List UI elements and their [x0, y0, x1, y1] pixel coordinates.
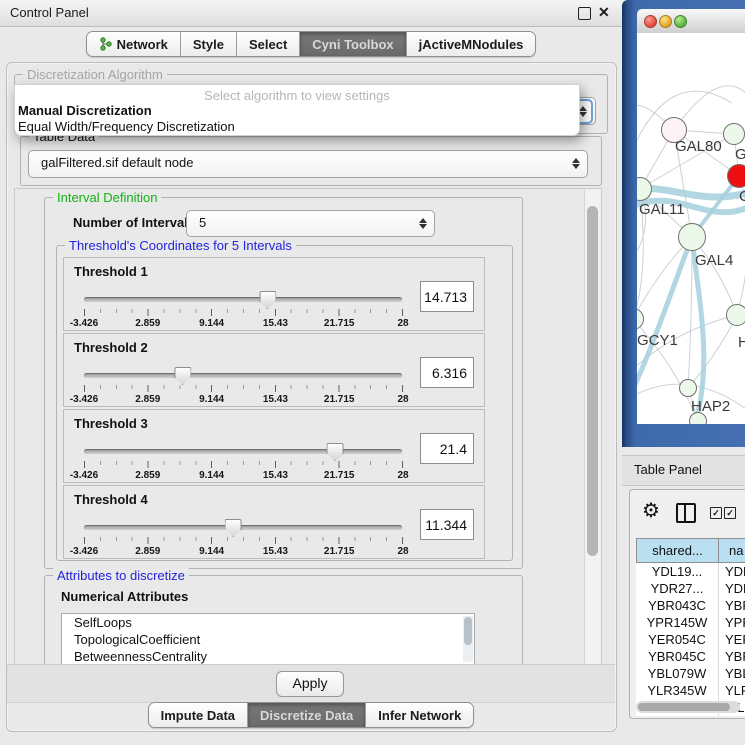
- apply-strip: Apply: [7, 664, 615, 703]
- close-traffic-light-icon[interactable]: [644, 15, 657, 28]
- settings-scrollbar[interactable]: [584, 189, 601, 665]
- discretization-algorithm-title: Discretization Algorithm: [23, 67, 167, 82]
- node-label: HAP2: [691, 398, 730, 415]
- slider-track[interactable]: [84, 373, 402, 378]
- table-row[interactable]: YDL19...YDL1: [636, 563, 745, 580]
- column-header-shared[interactable]: shared...: [636, 538, 719, 563]
- zoom-traffic-light-icon[interactable]: [674, 15, 687, 28]
- list-item[interactable]: TopologicalCoefficient: [62, 631, 474, 648]
- threshold-panel-3: Threshold 3 -3.4262.859 9.14415.43 21.71…: [63, 409, 485, 483]
- slider-thumb[interactable]: [225, 519, 242, 537]
- dropdown-option-manual[interactable]: Manual Discretization: [18, 103, 152, 118]
- table-row[interactable]: YBR043CYBR0: [636, 597, 745, 614]
- network-canvas[interactable]: GAL80 GA C GAL11 GAL4 GCY1 H HAP2: [637, 33, 745, 424]
- numerical-attributes-label: Numerical Attributes: [61, 589, 188, 604]
- threshold-4-label: Threshold 4: [74, 492, 148, 507]
- table-panel-title: Table Panel: [634, 462, 702, 477]
- bottom-tab-row: Impute Data Discretize Data Infer Networ…: [0, 702, 622, 728]
- list-item[interactable]: BetweennessCentrality: [62, 648, 474, 665]
- table-row[interactable]: YDR27...YDR2: [636, 580, 745, 597]
- checkbox-icon[interactable]: ✓: [724, 507, 736, 519]
- combo-stepper-icon[interactable]: [567, 153, 584, 174]
- node-label: GA: [735, 146, 745, 163]
- table-header-row: shared... na: [636, 538, 745, 563]
- node-label: GCY1: [637, 332, 678, 349]
- slider-track[interactable]: [84, 449, 402, 454]
- attributes-group-title: Attributes to discretize: [53, 568, 189, 583]
- threshold-3-value[interactable]: 21.4: [420, 433, 474, 464]
- node-highlighted-red[interactable]: [727, 164, 745, 188]
- combo-stepper-icon[interactable]: [414, 213, 431, 233]
- tab-impute-data[interactable]: Impute Data: [149, 703, 248, 727]
- threshold-1-label: Threshold 1: [74, 264, 148, 279]
- threshold-1-value[interactable]: 14.713: [420, 281, 474, 312]
- gear-icon[interactable]: ⚙: [642, 498, 660, 523]
- node-label: GAL4: [695, 252, 733, 269]
- network-window: GAL80 GA C GAL11 GAL4 GCY1 H HAP2: [622, 0, 745, 447]
- algorithm-dropdown-popup: Select algorithm to view settings Manual…: [14, 84, 580, 136]
- tab-network[interactable]: Network: [87, 32, 181, 56]
- network-window-titlebar: [637, 9, 745, 34]
- slider-track[interactable]: [84, 297, 402, 302]
- scrollbar-thumb[interactable]: [587, 206, 598, 556]
- slider-track[interactable]: [84, 525, 402, 530]
- top-tab-row: Network Style Select Cyni Toolbox jActiv…: [0, 31, 622, 57]
- panel-title: Control Panel: [10, 5, 89, 20]
- settings-viewport: Interval Definition Number of Intervals …: [14, 188, 602, 666]
- threshold-panel-2: Threshold 2 -3.4262.859 9.14415.43 21.71…: [63, 333, 485, 407]
- table-panel-window: ⚙ ✓ ✓ shared... na YDL19...YDL1 YDR27...…: [629, 489, 745, 719]
- threshold-2-label: Threshold 2: [74, 340, 148, 355]
- tab-infer-network[interactable]: Infer Network: [366, 703, 473, 727]
- close-icon[interactable]: ✕: [598, 4, 610, 21]
- slider-thumb[interactable]: [327, 443, 344, 461]
- table-data-combo[interactable]: galFiltered.sif default node: [28, 150, 588, 178]
- node-h[interactable]: [726, 304, 745, 326]
- tab-discretize-data[interactable]: Discretize Data: [248, 703, 366, 727]
- tab-cyni-toolbox[interactable]: Cyni Toolbox: [300, 32, 406, 56]
- table-panel-titlebar: Table Panel: [622, 455, 745, 486]
- table-row[interactable]: YBR045CYBR0: [636, 648, 745, 665]
- node-top-right[interactable]: [723, 123, 745, 145]
- column-header-name[interactable]: na: [719, 538, 745, 563]
- table-horizontal-scrollbar[interactable]: [636, 701, 740, 713]
- threshold-4-value[interactable]: 11.344: [420, 509, 474, 540]
- threshold-3-label: Threshold 3: [74, 416, 148, 431]
- network-icon: [99, 37, 112, 51]
- thresholds-group-title: Threshold's Coordinates for 5 Intervals: [65, 238, 296, 253]
- checkbox-icon[interactable]: ✓: [710, 507, 722, 519]
- number-of-intervals-combo[interactable]: 5: [186, 210, 435, 237]
- node-label: GAL80: [675, 138, 722, 155]
- node-gal4[interactable]: [678, 223, 706, 251]
- dropdown-option-equal-width[interactable]: Equal Width/Frequency Discretization: [18, 119, 235, 134]
- table-row[interactable]: YPR145WYPR1: [636, 614, 745, 631]
- threshold-2-value[interactable]: 6.316: [420, 357, 474, 388]
- slider-thumb[interactable]: [174, 367, 191, 385]
- slider-thumb[interactable]: [259, 291, 276, 309]
- dropdown-hint: Select algorithm to view settings: [15, 88, 579, 103]
- float-window-icon[interactable]: [578, 7, 591, 20]
- number-of-intervals-label: Number of Intervals: [73, 215, 195, 230]
- table-row[interactable]: YBL079WYBL0: [636, 665, 745, 682]
- table-body: YDL19...YDL1 YDR27...YDR2 YBR043CYBR0 YP…: [636, 563, 745, 716]
- minimize-traffic-light-icon[interactable]: [659, 15, 672, 28]
- scrollbar-thumb[interactable]: [638, 703, 730, 711]
- interval-definition-title: Interval Definition: [53, 190, 161, 205]
- tab-select[interactable]: Select: [237, 32, 300, 56]
- list-item[interactable]: SelfLoops: [62, 614, 474, 631]
- list-scrollbar[interactable]: [463, 616, 473, 662]
- node-label: GAL11: [639, 201, 685, 218]
- table-row[interactable]: YLR345WYLR3: [636, 682, 745, 699]
- threshold-panel-4: Threshold 4 -3.4262.859 9.14415.43 21.71…: [63, 485, 485, 559]
- node-hap2[interactable]: [679, 379, 697, 397]
- columns-icon[interactable]: [676, 503, 696, 523]
- table-row[interactable]: YER054CYER0: [636, 631, 745, 648]
- tab-jactivemnodules[interactable]: jActiveMNodules: [407, 32, 536, 56]
- apply-button[interactable]: Apply: [276, 671, 344, 697]
- node-label: H: [738, 334, 745, 351]
- tab-style[interactable]: Style: [181, 32, 237, 56]
- threshold-panel-1: Threshold 1 -3.4262.859 9.14415.43 21.71…: [63, 257, 485, 331]
- control-panel-titlebar: Control Panel ✕: [0, 0, 622, 27]
- node-label: C: [739, 188, 745, 205]
- numerical-attributes-list[interactable]: SelfLoops TopologicalCoefficient Between…: [61, 613, 475, 666]
